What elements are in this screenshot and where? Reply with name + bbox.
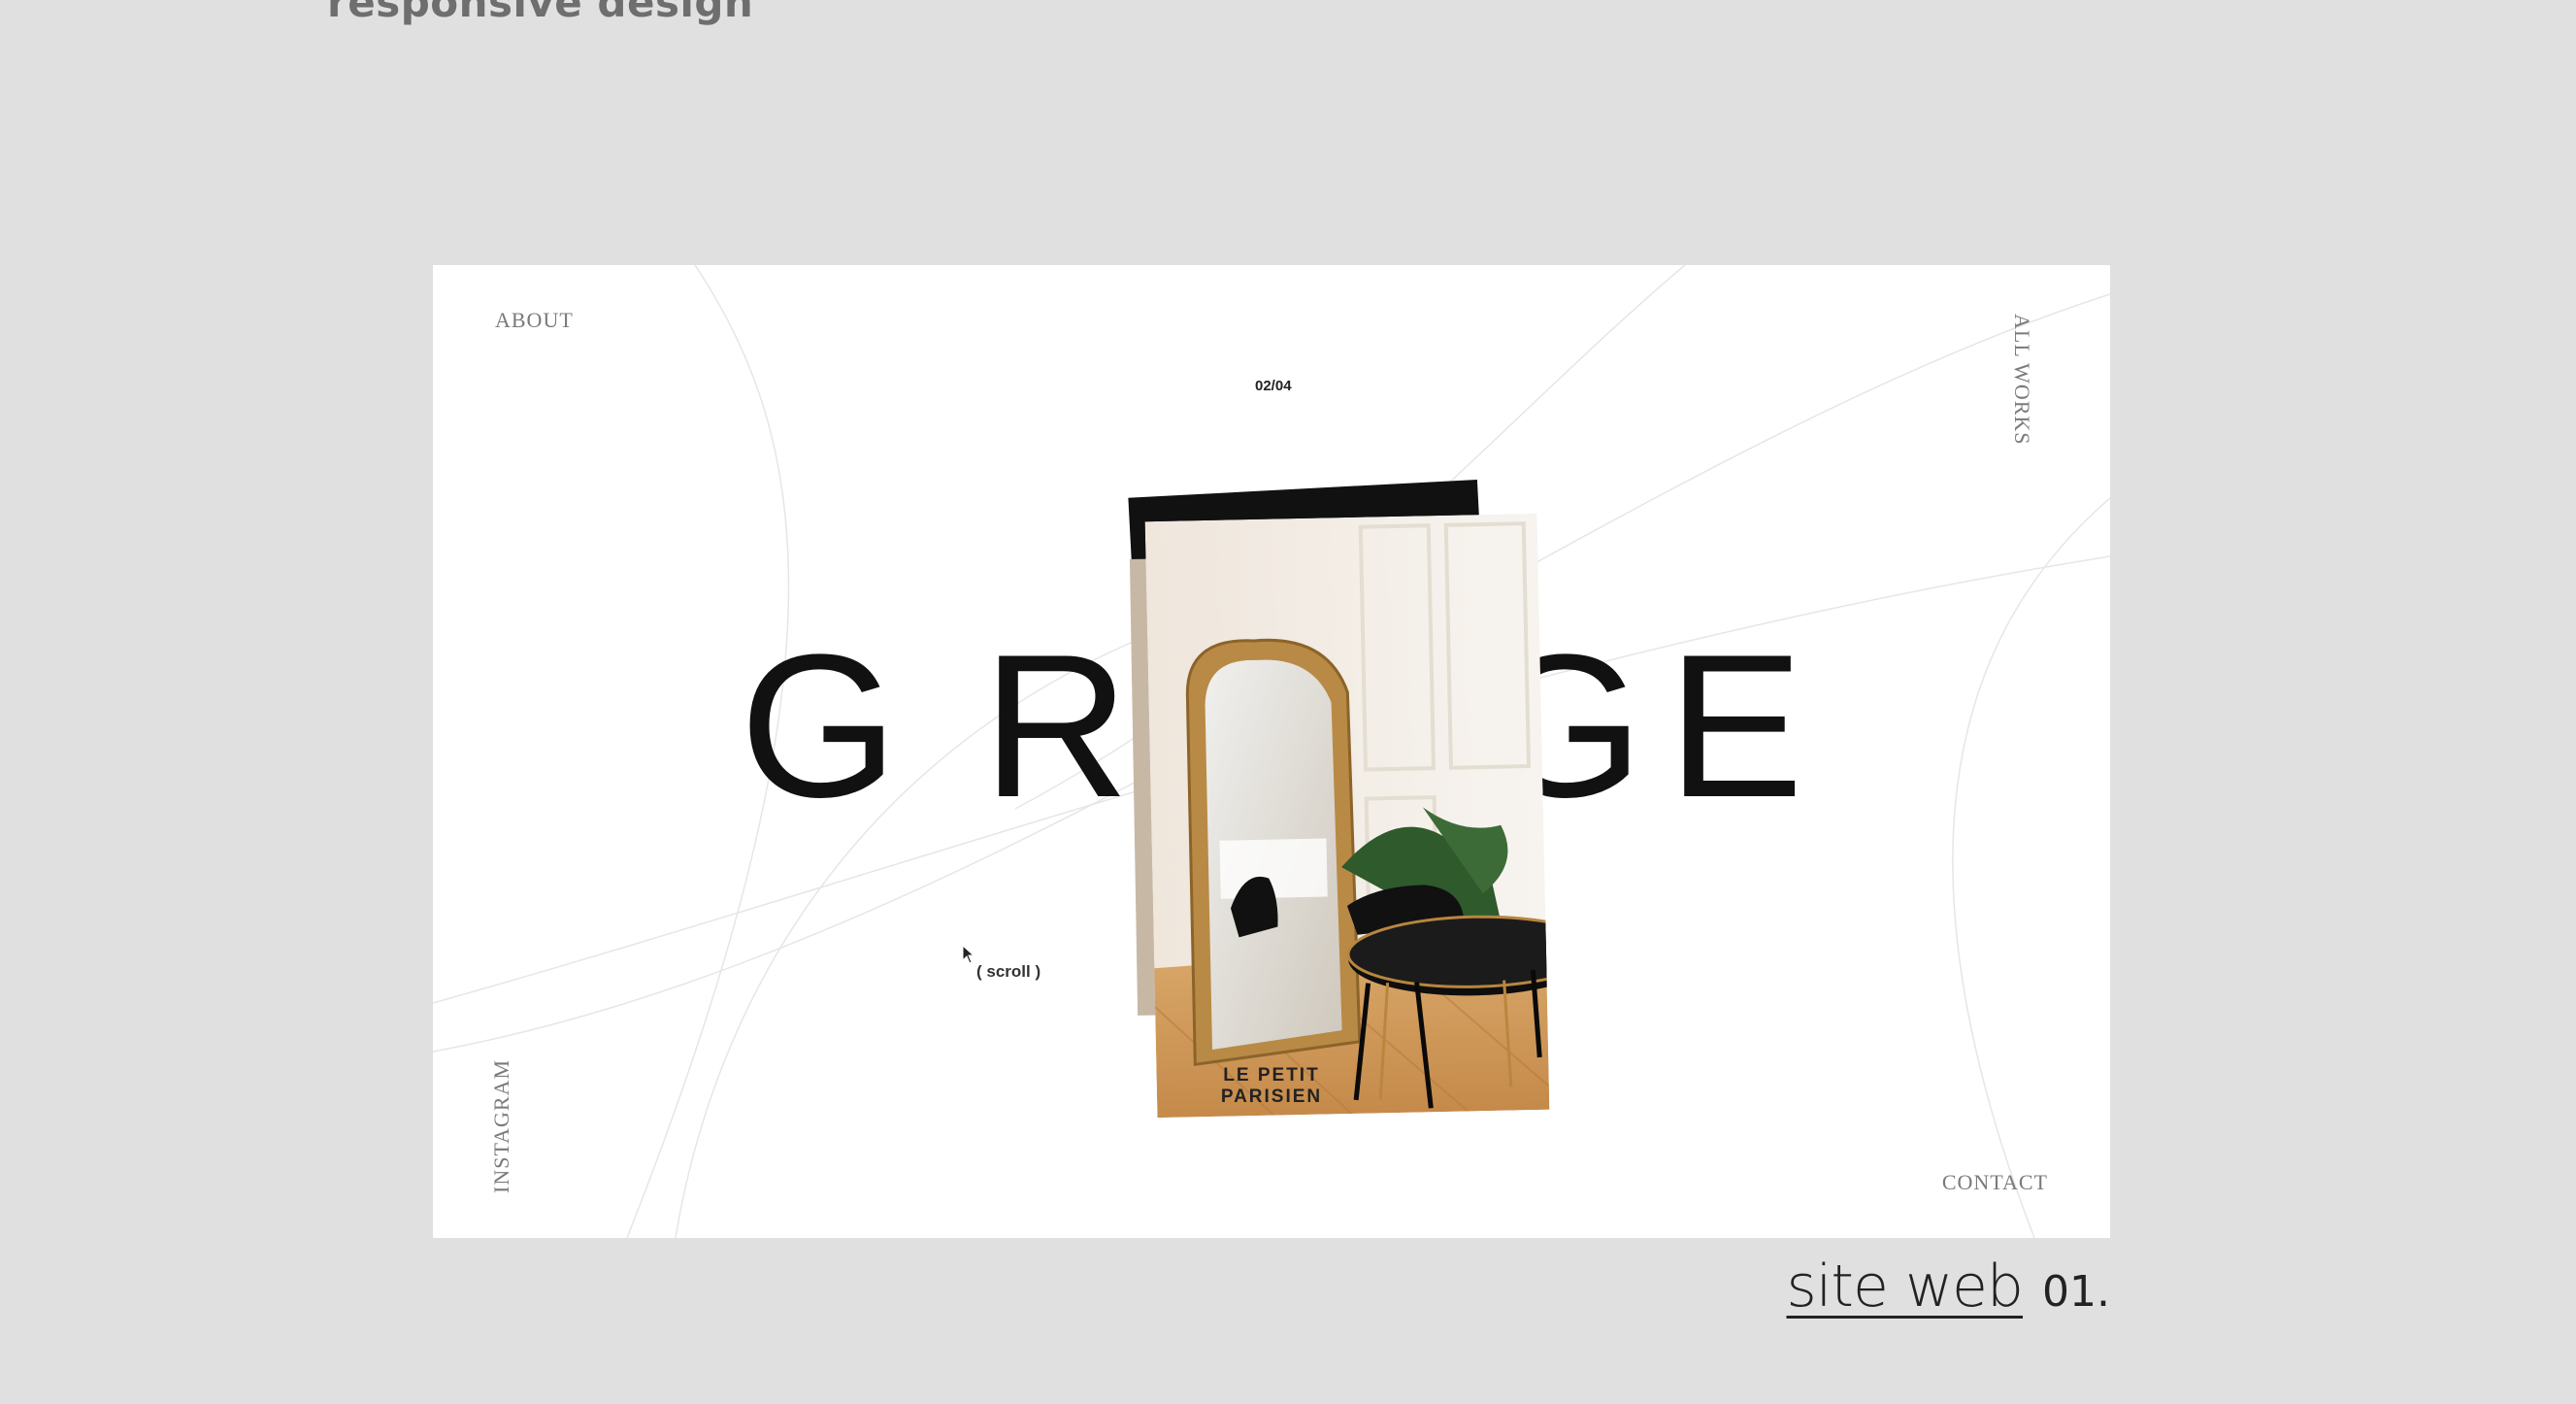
hero-letter-4: E (1668, 612, 1804, 840)
project-caption: site web 01. (1787, 1253, 2111, 1320)
project-number: 01. (2042, 1267, 2110, 1317)
project-title-line-2: PARISIEN (1220, 1086, 1323, 1107)
project-title[interactable]: LE PETIT PARISIEN (433, 1065, 2110, 1108)
project-photo-stack[interactable] (1054, 420, 1559, 1119)
nav-contact-link[interactable]: CONTACT (1942, 1170, 2048, 1195)
site-web-link[interactable]: site web (1787, 1253, 2025, 1320)
nav-about-link[interactable]: ABOUT (495, 308, 574, 333)
nav-all-works-label: ALL WORKS (2010, 314, 2034, 446)
project-title-line-1: LE PETIT (1223, 1065, 1320, 1086)
website-preview: ABOUT ALL WORKS INSTAGRAM CONTACT 02/04 … (433, 265, 2110, 1238)
slide-counter: 02/04 (1255, 378, 1292, 394)
scroll-hint: ( scroll ) (976, 962, 1041, 981)
page-heading: responsive design (327, 0, 754, 26)
interior-photo-icon (1144, 513, 1550, 1119)
nav-all-works-link[interactable]: ALL WORKS (2010, 314, 2056, 454)
cursor-arrow-icon (962, 945, 975, 964)
hero-letter-1: G (740, 612, 899, 840)
